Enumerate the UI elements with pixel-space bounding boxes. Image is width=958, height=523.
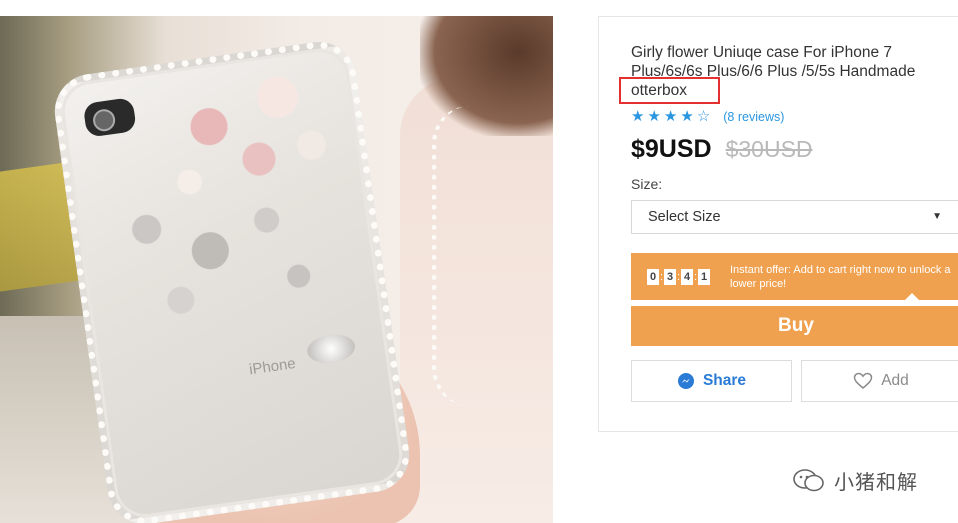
heart-icon	[853, 372, 873, 389]
size-select-value: Select Size	[648, 209, 721, 225]
instant-offer-banner: 0 : 3 : 4 : 1 Instant offer: Add to cart…	[631, 253, 958, 301]
price: $9USD $30USD	[631, 135, 813, 164]
swan-charm	[305, 331, 357, 367]
title-line-1: Girly flower Uniuqe case For iPhone 7	[631, 44, 893, 61]
messenger-icon	[677, 373, 694, 389]
pearl-necklace	[432, 106, 507, 406]
timer-digit: 1	[698, 269, 710, 285]
add-to-wishlist-button[interactable]: Add	[801, 360, 958, 402]
phone-case: iPhone	[49, 37, 415, 523]
brand-highlight-box	[619, 77, 720, 104]
star-filled-icon: ★	[631, 108, 645, 125]
rating: ★ ★ ★ ★ ☆ (8 reviews)	[631, 108, 784, 126]
share-label: Share	[702, 372, 747, 389]
size-select[interactable]: Select Size ▼	[631, 200, 958, 234]
timer-digit: 3	[664, 269, 676, 285]
star-filled-icon: ★	[680, 108, 694, 125]
countdown-timer: 0 : 3 : 4 : 1	[647, 269, 710, 285]
camera-cutout	[82, 97, 137, 138]
timer-digit: 4	[681, 269, 693, 285]
star-filled-icon: ★	[647, 108, 661, 125]
watermark: 小猪和解	[792, 466, 918, 495]
product-photo: iPhone	[0, 16, 553, 523]
wechat-icon	[793, 468, 824, 491]
original-price: $30USD	[725, 136, 813, 162]
current-price: $9USD	[631, 135, 712, 163]
crystal-decoration	[92, 158, 352, 341]
timer-digit: 0	[647, 269, 659, 285]
share-button[interactable]: Share	[631, 360, 792, 402]
product-card: Girly flower Uniuqe case For iPhone 7 Pl…	[598, 16, 958, 432]
star-empty-icon: ☆	[696, 108, 711, 125]
caret-down-icon: ▼	[932, 211, 942, 222]
reviews-link[interactable]: (8 reviews)	[723, 110, 784, 124]
offer-text: Instant offer: Add to cart right now to …	[730, 264, 951, 290]
watermark-text: 小猪和解	[834, 470, 918, 494]
case-logo: iPhone	[248, 355, 297, 379]
size-label: Size:	[631, 176, 663, 192]
add-label: Add	[881, 372, 909, 389]
star-filled-icon: ★	[663, 108, 678, 125]
buy-button[interactable]: Buy	[631, 306, 958, 346]
